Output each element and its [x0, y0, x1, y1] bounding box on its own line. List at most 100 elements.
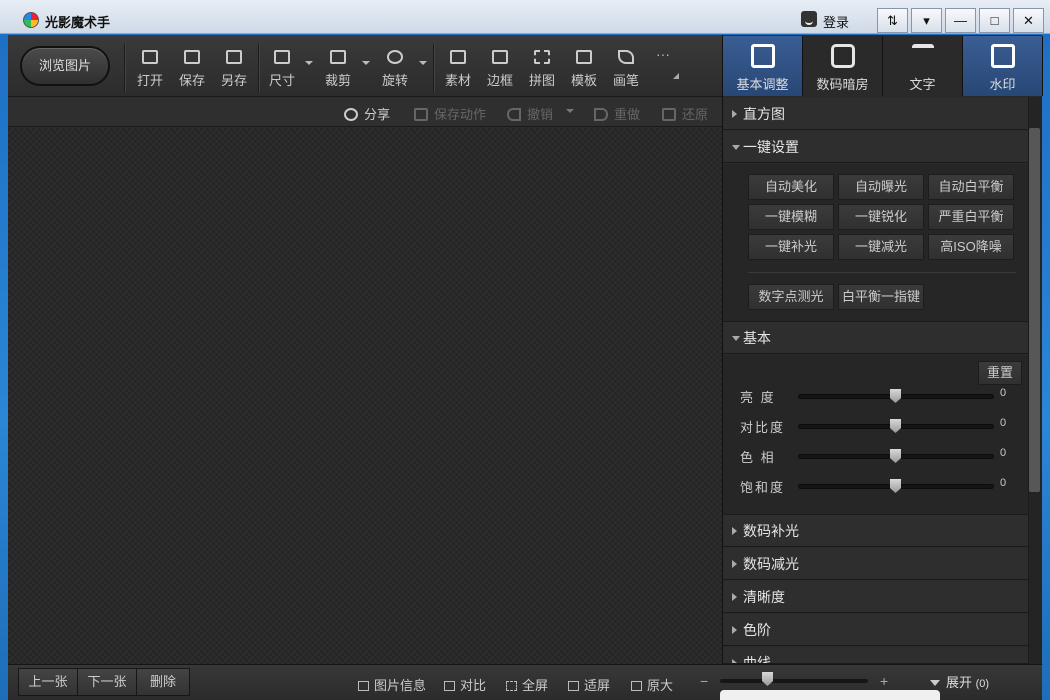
- slider-thumb[interactable]: [890, 479, 901, 493]
- section-fill-light[interactable]: 数码补光: [723, 515, 1028, 547]
- darkroom-icon: [830, 44, 855, 68]
- login-link[interactable]: 登录: [823, 12, 849, 31]
- delete-button[interactable]: 删除: [136, 668, 190, 696]
- expand-filmstrip-button[interactable]: 展开 (0): [930, 672, 989, 691]
- brightness-slider[interactable]: 亮 度 0: [740, 386, 1020, 406]
- tab-text[interactable]: 文字: [883, 36, 963, 96]
- app-title: 光影魔术手: [45, 15, 111, 30]
- zoom-slider[interactable]: [720, 679, 868, 683]
- frame-button[interactable]: 边框: [480, 48, 520, 92]
- oneclick-fill-light-button[interactable]: 一键补光: [748, 234, 834, 260]
- browse-images-button[interactable]: 浏览图片: [20, 46, 110, 86]
- panel-scroll-thumb[interactable]: [1029, 128, 1040, 492]
- image-info-icon: [358, 681, 369, 691]
- section-basic[interactable]: 基本: [723, 322, 1028, 354]
- reset-button[interactable]: 重置: [978, 361, 1022, 385]
- slider-thumb[interactable]: [890, 449, 901, 463]
- prev-image-button[interactable]: 上一张: [18, 668, 78, 696]
- spot-metering-button[interactable]: 数字点测光: [748, 284, 834, 310]
- save-as-button[interactable]: 另存: [214, 48, 254, 92]
- minimize-button[interactable]: —: [945, 8, 976, 33]
- collage-icon: [534, 50, 550, 64]
- tab-basic-adjust[interactable]: 基本调整: [723, 36, 803, 96]
- brush-icon: [618, 50, 634, 64]
- hue-slider[interactable]: 色 相 0: [740, 446, 1020, 466]
- rotate-button[interactable]: 旋转: [375, 48, 415, 92]
- toolbar-divider: [433, 44, 434, 92]
- redo-icon: [594, 108, 608, 121]
- crop-icon: [330, 50, 346, 64]
- zoom-in-button[interactable]: +: [880, 673, 888, 689]
- fit-screen-icon: [568, 681, 579, 691]
- oneclick-blur-button[interactable]: 一键模糊: [748, 204, 834, 230]
- collapsed-arrow-icon: [732, 560, 737, 568]
- sticker-icon: [450, 50, 466, 64]
- contrast-slider[interactable]: 对比度 0: [740, 416, 1020, 436]
- user-avatar-icon[interactable]: [801, 11, 817, 27]
- white-balance-pick-button[interactable]: 白平衡一指键: [838, 284, 924, 310]
- crop-button[interactable]: 裁剪: [318, 48, 358, 92]
- share-button[interactable]: 分享: [344, 104, 390, 123]
- ime-toolbar[interactable]: [720, 690, 940, 700]
- crop-dropdown-arrow[interactable]: [362, 61, 370, 65]
- fit-screen-button[interactable]: 适屏: [568, 675, 610, 694]
- sticker-button[interactable]: 素材: [438, 48, 478, 92]
- skin-button[interactable]: ⇅: [877, 8, 908, 33]
- original-size-button[interactable]: 原大: [631, 675, 673, 694]
- undo-button[interactable]: 撤销: [507, 104, 553, 123]
- maximize-button[interactable]: □: [979, 8, 1010, 33]
- slider-thumb[interactable]: [890, 419, 901, 433]
- oneclick-reduce-light-button[interactable]: 一键减光: [838, 234, 924, 260]
- section-reduce-light[interactable]: 数码减光: [723, 548, 1028, 580]
- collapsed-arrow-icon: [732, 110, 737, 118]
- watermark-icon: [990, 44, 1015, 68]
- app-logo-icon: [23, 12, 39, 28]
- close-button[interactable]: ✕: [1013, 8, 1044, 33]
- auto-white-balance-button[interactable]: 自动白平衡: [928, 174, 1014, 200]
- section-curves[interactable]: 曲线: [723, 647, 1028, 664]
- section-histogram[interactable]: 直方图: [723, 98, 1028, 130]
- rotate-icon: [387, 50, 403, 64]
- basic-adjust-icon: [750, 44, 775, 68]
- resize-button[interactable]: 尺寸: [262, 48, 302, 92]
- brush-button[interactable]: 画笔: [606, 48, 646, 92]
- strong-white-balance-button[interactable]: 严重白平衡: [928, 204, 1014, 230]
- original-size-icon: [631, 681, 642, 691]
- section-oneclick[interactable]: 一键设置: [723, 131, 1028, 163]
- undo-history-arrow[interactable]: [566, 109, 574, 113]
- high-iso-denoise-button[interactable]: 高ISO降噪: [928, 234, 1014, 260]
- auto-beautify-button[interactable]: 自动美化: [748, 174, 834, 200]
- resize-dropdown-arrow[interactable]: [305, 61, 313, 65]
- fullscreen-button[interactable]: 全屏: [506, 675, 548, 694]
- save-action-button[interactable]: 保存动作: [414, 104, 486, 123]
- collapsed-arrow-icon: [732, 626, 737, 634]
- save-button[interactable]: 保存: [172, 48, 212, 92]
- restore-icon: [662, 108, 676, 121]
- compare-button[interactable]: 对比: [444, 675, 486, 694]
- image-canvas[interactable]: [8, 128, 722, 664]
- rotate-dropdown-arrow[interactable]: [419, 61, 427, 65]
- section-clarity[interactable]: 清晰度: [723, 581, 1028, 613]
- template-button[interactable]: 模板: [564, 48, 604, 92]
- panel-divider: [748, 272, 1016, 273]
- toolbar-corner-arrow[interactable]: [673, 73, 679, 79]
- menu-button[interactable]: ▾: [911, 8, 942, 33]
- slider-thumb[interactable]: [890, 389, 901, 403]
- save-as-icon: [226, 50, 242, 64]
- save-icon: [184, 50, 200, 64]
- collapsed-arrow-icon: [732, 527, 737, 535]
- saturation-slider[interactable]: 饱和度 0: [740, 476, 1020, 496]
- zoom-out-button[interactable]: −: [700, 673, 708, 689]
- tab-watermark[interactable]: 水印: [963, 36, 1043, 96]
- section-levels[interactable]: 色阶: [723, 614, 1028, 646]
- next-image-button[interactable]: 下一张: [77, 668, 137, 696]
- more-tools-icon[interactable]: ···: [656, 46, 670, 62]
- collage-button[interactable]: 拼图: [522, 48, 562, 92]
- image-info-button[interactable]: 图片信息: [358, 675, 426, 694]
- tab-darkroom[interactable]: 数码暗房: [803, 36, 883, 96]
- redo-button[interactable]: 重做: [594, 104, 640, 123]
- open-button[interactable]: 打开: [130, 48, 170, 92]
- restore-button[interactable]: 还原: [662, 104, 708, 123]
- oneclick-sharpen-button[interactable]: 一键锐化: [838, 204, 924, 230]
- auto-exposure-button[interactable]: 自动曝光: [838, 174, 924, 200]
